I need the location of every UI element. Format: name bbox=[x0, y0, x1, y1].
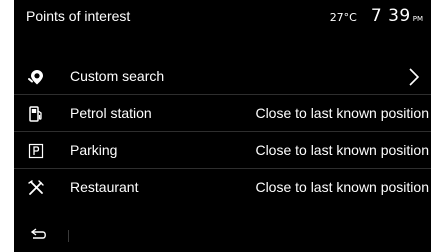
list-item-detail: Close to last known position bbox=[255, 142, 429, 158]
fuel-pump-icon bbox=[26, 104, 46, 124]
clock-time: 7 39 bbox=[370, 6, 411, 26]
list-item-restaurant[interactable]: Restaurant Close to last known position bbox=[14, 169, 431, 206]
list-item-parking[interactable]: Parking Close to last known position bbox=[14, 132, 431, 169]
list-item-detail: Close to last known position bbox=[255, 105, 429, 121]
list-item-label: Petrol station bbox=[70, 105, 152, 121]
list-item-label: Parking bbox=[70, 142, 118, 158]
back-arrow-icon[interactable] bbox=[30, 226, 50, 244]
clock-ampm: PM bbox=[412, 15, 423, 23]
footer-bar bbox=[14, 222, 431, 252]
list-item-label: Restaurant bbox=[70, 179, 139, 195]
header-bar: Points of interest 27°C 7 39 PM bbox=[14, 0, 431, 34]
list-item-detail: Close to last known position bbox=[255, 179, 429, 195]
navigation-screen: Points of interest 27°C 7 39 PM Custom s… bbox=[14, 0, 431, 252]
footer-divider bbox=[68, 230, 69, 242]
parking-icon bbox=[26, 141, 46, 161]
page-title: Points of interest bbox=[26, 8, 131, 24]
custom-search-pin-icon bbox=[26, 67, 46, 87]
list-item-label: Custom search bbox=[70, 68, 165, 84]
list-item-petrol-station[interactable]: Petrol station Close to last known posit… bbox=[14, 95, 431, 132]
fork-knife-icon bbox=[26, 178, 46, 198]
status-area: 27°C 7 39 PM bbox=[330, 6, 423, 26]
temperature-readout: 27°C bbox=[329, 11, 357, 24]
list-item-custom-search[interactable]: Custom search bbox=[14, 58, 431, 95]
chevron-right-icon bbox=[407, 66, 421, 88]
poi-category-list: Custom search Petrol station Close to la… bbox=[14, 58, 431, 206]
